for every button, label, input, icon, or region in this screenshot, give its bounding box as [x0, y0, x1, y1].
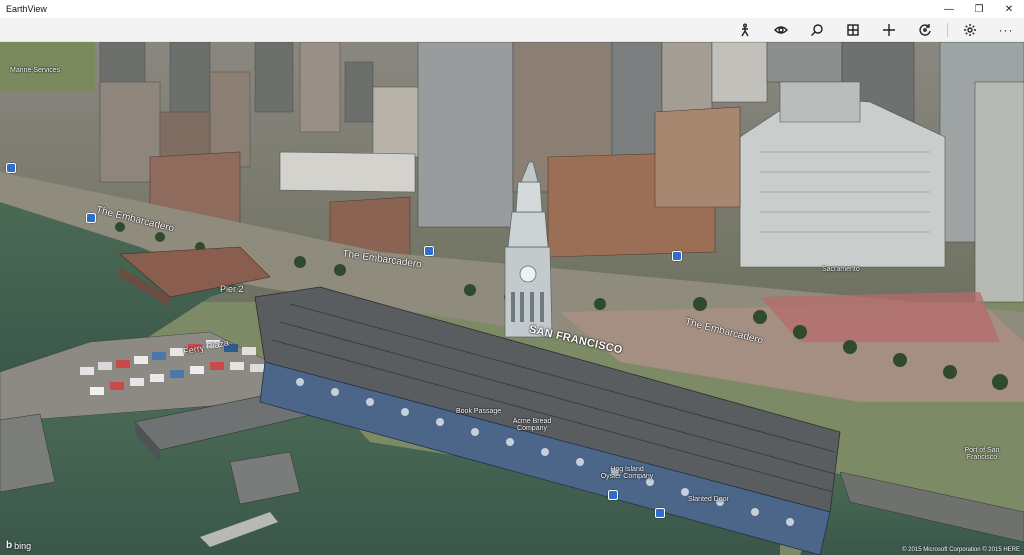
- bing-logo-text: bing: [14, 540, 32, 551]
- app-title: EarthView: [6, 4, 47, 14]
- minimize-button[interactable]: —: [934, 0, 964, 18]
- map-label-sacramento: Sacramento: [822, 266, 860, 273]
- pedestrian-icon: [741, 23, 749, 36]
- map-label-port-of-sf: Port of San Francisco: [964, 447, 1000, 461]
- map-label-slanted-door: Slanted Door: [688, 496, 729, 503]
- map-label-acme-bread: Acme Bread Company: [512, 418, 552, 432]
- rotate-icon: [919, 23, 931, 36]
- map-label-book-passage: Book Passage: [456, 408, 502, 415]
- poi-marker[interactable]: [608, 490, 618, 500]
- search-button[interactable]: [799, 18, 835, 42]
- streetside-button[interactable]: [727, 18, 763, 42]
- map-viewport[interactable]: The Embarcadero The Embarcadero The Emba…: [0, 42, 1024, 555]
- poi-marker[interactable]: [672, 251, 682, 261]
- view-button[interactable]: [763, 18, 799, 42]
- gear-icon: [964, 23, 976, 36]
- eye-icon: [774, 25, 788, 34]
- map-style-button[interactable]: [835, 18, 871, 42]
- title-bar: EarthView — ❐ ✕: [0, 0, 1024, 18]
- map-label-pier-2: Pier 2: [220, 284, 244, 294]
- map-label-hog-island: Hog Island Oyster Company: [600, 466, 654, 480]
- bing-logo[interactable]: b bing: [6, 540, 31, 551]
- aerial-3d-scene[interactable]: [0, 42, 1024, 555]
- maximize-button[interactable]: ❐: [964, 0, 994, 18]
- toolbar-separator: [947, 22, 948, 37]
- command-bar: ···: [0, 18, 1024, 42]
- bing-logo-mark: b: [6, 540, 13, 551]
- grid-icon: [847, 23, 859, 36]
- add-button[interactable]: [871, 18, 907, 42]
- poi-marker[interactable]: [6, 163, 16, 173]
- poi-marker[interactable]: [86, 213, 96, 223]
- more-icon: ···: [998, 22, 1014, 37]
- search-icon: [811, 23, 823, 36]
- close-button[interactable]: ✕: [994, 0, 1024, 18]
- rotate-button[interactable]: [907, 18, 943, 42]
- plus-icon: [883, 23, 895, 36]
- settings-button[interactable]: [952, 18, 988, 42]
- more-button[interactable]: ···: [988, 18, 1024, 42]
- map-label-marine-services: Marine Services: [10, 67, 61, 74]
- map-copyright: © 2015 Microsoft Corporation © 2015 HERE: [902, 547, 1020, 553]
- poi-marker[interactable]: [655, 508, 665, 518]
- poi-marker[interactable]: [424, 246, 434, 256]
